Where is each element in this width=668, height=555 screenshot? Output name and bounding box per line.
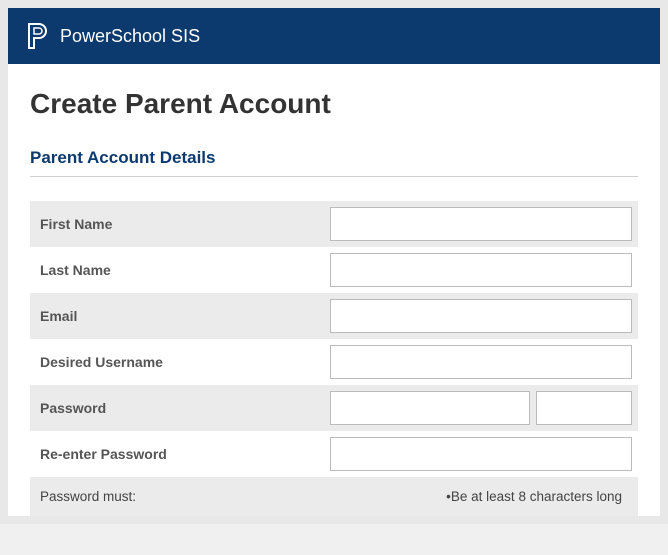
password-rules-text: •Be at least 8 characters long: [340, 489, 628, 504]
password-label: Password: [30, 388, 330, 428]
app-frame: PowerSchool SIS Create Parent Account Pa…: [0, 0, 668, 524]
row-password: Password: [30, 385, 638, 431]
first-name-label: First Name: [30, 204, 330, 244]
form: First Name Last Name Email Desired Usern…: [30, 201, 638, 516]
app-name: PowerSchool SIS: [60, 26, 200, 47]
password-input[interactable]: [330, 391, 530, 425]
last-name-label: Last Name: [30, 250, 330, 290]
reenter-password-input[interactable]: [330, 437, 632, 471]
section-title: Parent Account Details: [30, 148, 638, 177]
row-reenter-password: Re-enter Password: [30, 431, 638, 477]
username-label: Desired Username: [30, 342, 330, 382]
page-title: Create Parent Account: [30, 88, 638, 120]
powerschool-logo-icon: [26, 22, 50, 50]
username-input[interactable]: [330, 345, 632, 379]
password-rules-row: Password must: •Be at least 8 characters…: [30, 477, 638, 516]
first-name-input[interactable]: [330, 207, 632, 241]
header-bar: PowerSchool SIS: [8, 8, 660, 64]
email-input[interactable]: [330, 299, 632, 333]
row-first-name: First Name: [30, 201, 638, 247]
password-strength-meter: [536, 391, 632, 425]
row-username: Desired Username: [30, 339, 638, 385]
email-label: Email: [30, 296, 330, 336]
content-area: Create Parent Account Parent Account Det…: [8, 64, 660, 516]
password-rules-label: Password must:: [40, 489, 340, 504]
row-last-name: Last Name: [30, 247, 638, 293]
row-email: Email: [30, 293, 638, 339]
last-name-input[interactable]: [330, 253, 632, 287]
reenter-password-label: Re-enter Password: [30, 434, 330, 474]
